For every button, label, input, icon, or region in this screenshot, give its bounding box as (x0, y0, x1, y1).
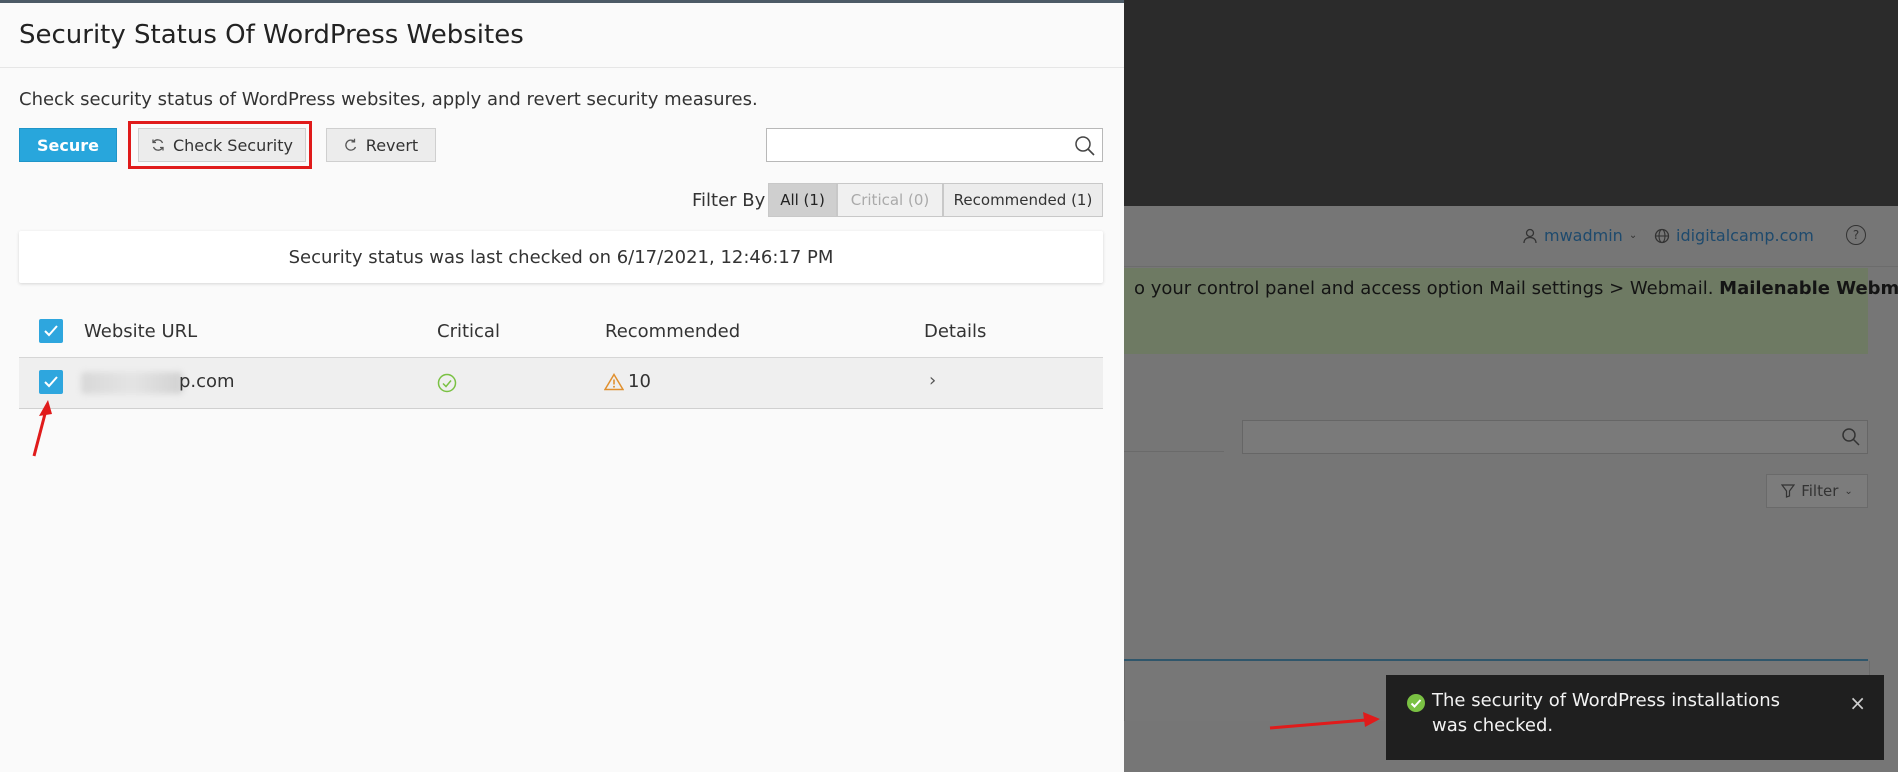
status-message: Security status was last checked on 6/17… (19, 231, 1103, 283)
background-filter-button: Filter ⌄ (1766, 474, 1868, 508)
revert-label: Revert (365, 135, 419, 155)
chevron-down-icon: ⌄ (1844, 485, 1853, 497)
notice-bold-text: Mailenable Webmail (1719, 278, 1898, 299)
help-icon[interactable]: ? (1846, 225, 1866, 245)
success-icon (1407, 694, 1425, 712)
user-icon (1523, 228, 1537, 243)
filter-all-tab[interactable]: All (1) (768, 183, 837, 217)
warning-icon (604, 372, 624, 390)
blurred-url (81, 372, 183, 394)
table-row[interactable]: p.com 10 › (19, 358, 1103, 409)
chevron-down-icon: ⌄ (1628, 230, 1638, 241)
revert-button[interactable]: Revert (326, 128, 436, 162)
domain-link[interactable]: idigitalcamp.com (1654, 226, 1814, 245)
recommended-count: 10 (628, 371, 651, 392)
check-security-label: Check Security (172, 135, 293, 155)
notice-text-prefix: o your control panel and access option M… (1134, 278, 1720, 299)
column-header-recommended[interactable]: Recommended (605, 321, 740, 342)
description-text: Check security status of WordPress websi… (19, 89, 758, 110)
checkmark-icon (44, 376, 58, 388)
funnel-icon (1781, 484, 1796, 498)
annotation-arrow-checkbox (32, 400, 52, 457)
user-menu[interactable]: mwadmin ⌄ (1522, 226, 1637, 245)
filter-label: Filter (1801, 482, 1839, 500)
background-header: mwadmin ⌄ idigitalcamp.com ? (1124, 206, 1898, 267)
check-security-button[interactable]: Check Security (138, 128, 306, 162)
background-notice: o your control panel and access option M… (1124, 268, 1898, 354)
filter-recommended-tab[interactable]: Recommended (1) (943, 183, 1103, 217)
website-url[interactable]: p.com (179, 371, 235, 392)
search-icon (1842, 428, 1860, 446)
page-title: Security Status Of WordPress Websites (19, 20, 524, 50)
close-icon[interactable]: × (1849, 691, 1866, 715)
revert-icon (345, 138, 356, 151)
row-checkbox[interactable] (39, 370, 63, 394)
check-circle-icon (437, 373, 457, 398)
search-input[interactable] (773, 129, 1067, 161)
search-field[interactable] (766, 128, 1103, 162)
annotation-arrow-toast (1269, 712, 1380, 730)
secure-button-label: Secure (37, 135, 99, 155)
table-header: Website URL Critical Recommended Details (19, 309, 1103, 359)
security-status-modal: Security Status Of WordPress Websites Ch… (0, 0, 1124, 772)
checkmark-icon (44, 325, 58, 337)
recommended-cell: 10 (604, 371, 651, 392)
globe-icon (1654, 228, 1670, 243)
select-all-checkbox[interactable] (39, 319, 63, 343)
background-search-input (1242, 420, 1868, 454)
background-divider (1124, 451, 1224, 452)
filter-by-label: Filter By (692, 190, 766, 211)
secure-button[interactable]: Secure (19, 128, 117, 162)
column-header-critical[interactable]: Critical (437, 321, 500, 342)
column-header-url[interactable]: Website URL (84, 321, 197, 342)
backdrop-dark (1124, 0, 1898, 206)
filter-critical-tab[interactable]: Critical (0) (837, 183, 943, 217)
title-divider (0, 67, 1124, 68)
refresh-icon (152, 139, 164, 151)
domain-name: idigitalcamp.com (1676, 226, 1814, 245)
user-name: mwadmin (1544, 226, 1623, 245)
column-header-details: Details (924, 321, 987, 342)
toast-notification: The security of WordPress installations … (1386, 675, 1884, 760)
search-icon[interactable] (1074, 135, 1096, 157)
chevron-right-icon[interactable]: › (929, 370, 936, 391)
toast-message: The security of WordPress installations … (1432, 690, 1780, 736)
